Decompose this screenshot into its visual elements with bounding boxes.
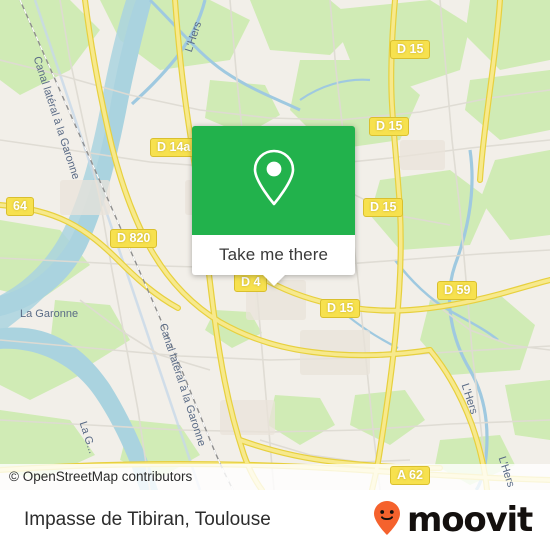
- road-shield: D 15: [369, 117, 410, 136]
- moovit-map-screen: D 15 D 15 D 14a D 15 64 D 820 D 4D 15 D 59 A 62 …: [0, 0, 550, 550]
- footer-bar: Impasse de Tibiran, Toulouse moovit: [0, 490, 550, 550]
- moovit-pin-icon: [372, 500, 402, 541]
- road-shield: D 820: [110, 229, 158, 248]
- moovit-logo[interactable]: moovit: [372, 500, 533, 541]
- map-place-label: La Garonne: [20, 308, 79, 320]
- road-shield: 64: [6, 197, 34, 216]
- callout-button-label: Take me there: [218, 245, 329, 264]
- callout-pointer: [262, 275, 285, 286]
- road-shield: D 15: [320, 299, 361, 318]
- road-shield: A 62: [390, 466, 430, 485]
- map-attribution[interactable]: © OpenStreetMap contributors: [0, 464, 550, 490]
- take-me-there-callout[interactable]: Take me there: [192, 126, 355, 286]
- road-shield: D 14a: [150, 138, 198, 157]
- road-shield: D 15: [390, 40, 431, 59]
- moovit-wordmark: moovit: [406, 500, 533, 540]
- map-pin-icon: [251, 148, 297, 213]
- callout-button[interactable]: Take me there: [192, 235, 355, 286]
- road-shield: D 15: [363, 198, 404, 217]
- road-shield: D 59: [437, 281, 478, 300]
- place-title: Impasse de Tibiran, Toulouse: [24, 509, 271, 530]
- callout-green-panel: [192, 126, 355, 235]
